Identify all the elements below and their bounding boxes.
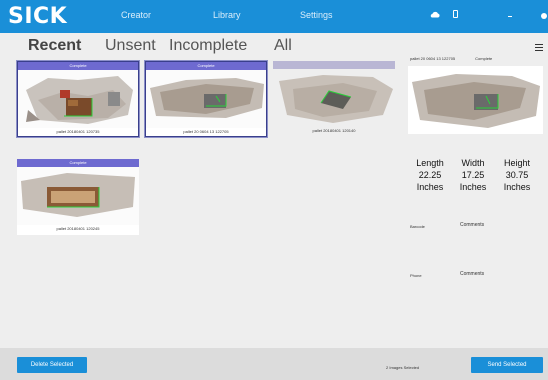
- menu-icon[interactable]: [535, 44, 543, 51]
- delete-selected-button[interactable]: Delete Selected: [17, 357, 87, 373]
- card-status-header: Complete: [146, 62, 266, 70]
- card-label: pallet 20180401 120245: [56, 226, 100, 231]
- scan-thumbnail: [273, 69, 395, 127]
- card-status-header: Complete: [18, 62, 138, 70]
- length-label: Length: [416, 158, 444, 168]
- width-unit: Inches: [459, 182, 487, 192]
- height-unit: Inches: [503, 182, 531, 192]
- detail-caption: pallet 20 0604 13 122705 Complete: [410, 56, 492, 61]
- filter-tab-recent[interactable]: Recent: [28, 37, 81, 55]
- nav-tab-library[interactable]: Library: [213, 10, 241, 20]
- phone-label: Phone: [410, 273, 422, 278]
- minimize-icon[interactable]: [508, 16, 512, 17]
- cloud-icon: [430, 11, 440, 18]
- card-label: pallet 20 0604 13 122705: [183, 129, 229, 134]
- send-selected-button[interactable]: Send Selected: [471, 357, 543, 373]
- close-icon[interactable]: [541, 13, 547, 19]
- scan-card[interactable]: Complete pallet 20180401 120735: [17, 61, 139, 137]
- filter-tab-unsent[interactable]: Unsent: [105, 37, 156, 55]
- length-unit: Inches: [416, 182, 444, 192]
- filter-tab-incomplete[interactable]: Incomplete: [169, 37, 247, 55]
- scan-thumbnail: [17, 167, 139, 225]
- card-label: pallet 20180401 120140: [312, 128, 356, 133]
- phone-field[interactable]: Comments: [460, 271, 484, 277]
- nav-tab-creator[interactable]: Creator: [121, 10, 151, 20]
- battery-icon: [453, 10, 458, 18]
- detail-preview-image: [408, 66, 543, 134]
- top-bar: SICK Creator Library Settings: [0, 0, 548, 33]
- card-status-header: Complete: [17, 159, 139, 167]
- card-status-header: [273, 61, 395, 69]
- filter-tab-all[interactable]: All: [274, 37, 292, 55]
- width-dimension: Width 17.25 Inches: [453, 157, 493, 193]
- barcode-label: Barcode: [410, 224, 425, 229]
- length-value: 22.25: [418, 170, 442, 180]
- selected-count: 2 Images Selected: [386, 365, 420, 370]
- barcode-field[interactable]: Comments: [460, 222, 484, 228]
- length-dimension: Length 22.25 Inches: [410, 157, 450, 193]
- scan-card[interactable]: Complete pallet 20180401 120245: [17, 159, 139, 235]
- height-label: Height: [503, 158, 530, 168]
- detail-scan-name: pallet 20 0604 13 122705: [410, 56, 456, 61]
- sick-logo: SICK: [8, 4, 68, 29]
- detail-status: Complete: [475, 56, 493, 61]
- height-value: 30.75: [505, 170, 529, 180]
- scan-thumbnail: [146, 70, 266, 128]
- scan-thumbnail: [18, 70, 138, 128]
- width-label: Width: [461, 158, 485, 168]
- scan-card[interactable]: Complete pallet 20 0604 13 122705: [145, 61, 267, 137]
- scan-card[interactable]: pallet 20180401 120140: [273, 61, 395, 137]
- width-value: 17.25: [461, 170, 485, 180]
- card-label: pallet 20180401 120735: [56, 129, 100, 134]
- height-dimension: Height 30.75 Inches: [497, 157, 537, 193]
- nav-tab-settings[interactable]: Settings: [300, 10, 333, 20]
